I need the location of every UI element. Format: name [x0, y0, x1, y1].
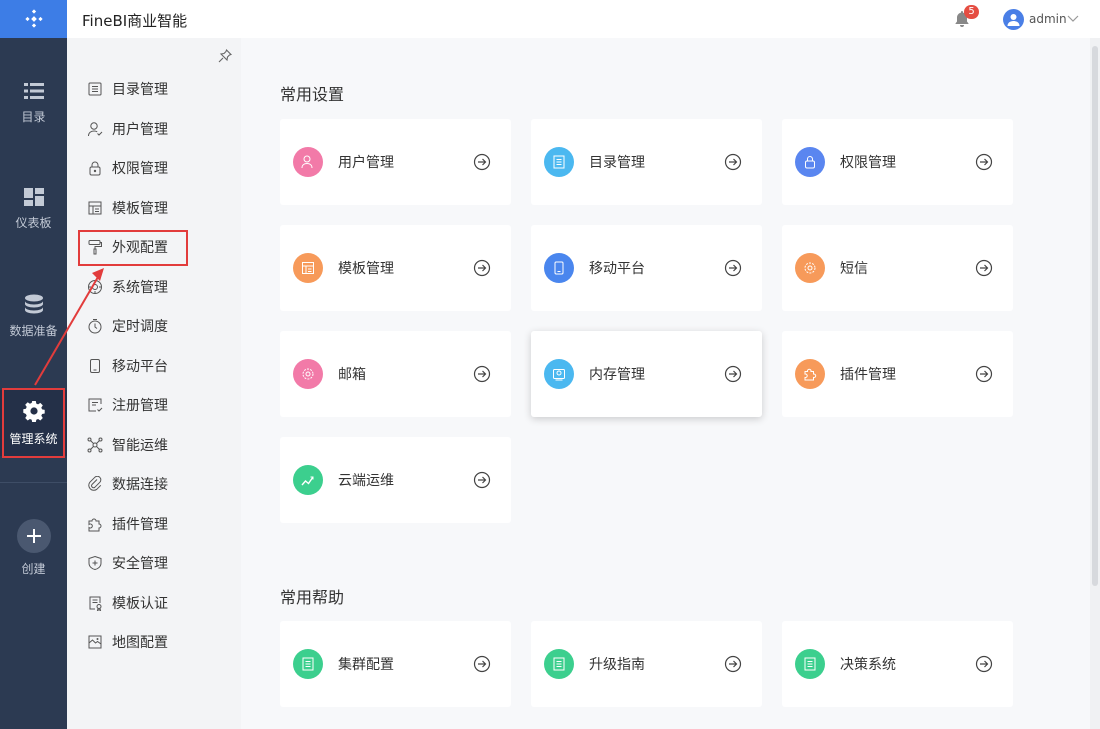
arrow-right-circle-icon[interactable] [975, 259, 993, 277]
main-content: 常用设置 用户管理 目录管理 权限管理模板管理 移动平台 短信邮箱 内存管理 插件管理云端运… [241, 38, 1089, 729]
memory-icon [553, 369, 565, 381]
card-label: 决策系统 [840, 657, 896, 673]
card-icon-circle [293, 147, 323, 177]
scrollbar[interactable] [1090, 38, 1100, 729]
card-icon-circle [544, 253, 574, 283]
card-label: 升级指南 [589, 657, 645, 673]
card-icon-circle [795, 147, 825, 177]
doc-icon [302, 657, 314, 671]
card-icon-circle [544, 147, 574, 177]
arrow-right-circle-icon[interactable] [473, 153, 491, 171]
card-doc[interactable]: 决策系统 [782, 621, 1013, 707]
card-icon-circle [795, 649, 825, 679]
card-label: 权限管理 [840, 155, 896, 171]
card-label: 用户管理 [338, 155, 394, 171]
card-icon-circle [293, 465, 323, 495]
card-icon-circle [795, 253, 825, 283]
card-label: 邮箱 [338, 367, 366, 383]
arrow-right-circle-icon[interactable] [724, 259, 742, 277]
card-lock[interactable]: 权限管理 [782, 119, 1013, 205]
section-title-common-settings: 常用设置 [280, 85, 345, 104]
card-doc[interactable]: 集群配置 [280, 621, 511, 707]
card-gear[interactable]: 短信 [782, 225, 1013, 311]
arrow-right-circle-icon[interactable] [473, 259, 491, 277]
card-catalog[interactable]: 目录管理 [531, 119, 762, 205]
card-label: 移动平台 [589, 261, 645, 277]
section-title-common-help: 常用帮助 [280, 588, 345, 607]
scrollbar-thumb[interactable] [1092, 46, 1098, 586]
catalog-icon [553, 155, 565, 169]
arrow-right-circle-icon[interactable] [975, 365, 993, 383]
card-icon-circle [293, 253, 323, 283]
arrow-right-circle-icon[interactable] [975, 153, 993, 171]
card-user[interactable]: 用户管理 [280, 119, 511, 205]
gear-icon [804, 262, 816, 274]
template-icon [302, 262, 314, 274]
card-icon-circle [544, 359, 574, 389]
mobile-icon [554, 261, 564, 275]
card-cloud-chart[interactable]: 云端运维 [280, 437, 511, 523]
cloud-chart-icon [301, 476, 314, 486]
card-mobile[interactable]: 移动平台 [531, 225, 762, 311]
arrow-right-circle-icon[interactable] [975, 655, 993, 673]
arrow-right-circle-icon[interactable] [724, 365, 742, 383]
card-memory[interactable]: 内存管理 [531, 331, 762, 417]
card-icon-circle [293, 359, 323, 389]
doc-icon [553, 657, 565, 671]
user-icon [301, 155, 313, 169]
arrow-right-circle-icon[interactable] [724, 153, 742, 171]
card-label: 内存管理 [589, 367, 645, 383]
arrow-right-circle-icon[interactable] [473, 655, 491, 673]
card-gear[interactable]: 邮箱 [280, 331, 511, 417]
lock-icon [805, 156, 815, 169]
card-label: 目录管理 [589, 155, 645, 171]
gear-icon [302, 368, 314, 380]
card-icon-circle [795, 359, 825, 389]
card-icon-circle [544, 649, 574, 679]
arrow-right-circle-icon[interactable] [473, 471, 491, 489]
doc-icon [804, 657, 816, 671]
card-label: 短信 [840, 261, 868, 277]
arrow-right-circle-icon[interactable] [473, 365, 491, 383]
card-template[interactable]: 模板管理 [280, 225, 511, 311]
arrow-right-circle-icon[interactable] [724, 655, 742, 673]
card-label: 插件管理 [840, 367, 896, 383]
card-label: 集群配置 [338, 657, 394, 673]
card-label: 云端运维 [338, 473, 394, 489]
card-label: 模板管理 [338, 261, 394, 277]
card-icon-circle [293, 649, 323, 679]
card-doc[interactable]: 升级指南 [531, 621, 762, 707]
puzzle-icon [804, 368, 817, 381]
card-puzzle[interactable]: 插件管理 [782, 331, 1013, 417]
